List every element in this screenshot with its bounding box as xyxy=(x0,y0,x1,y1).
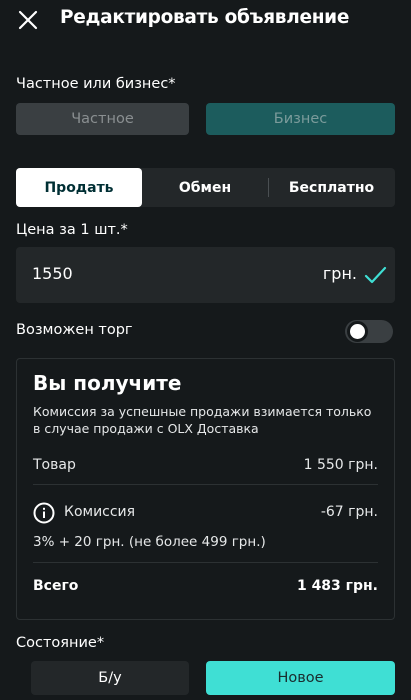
price-value[interactable]: 1550 xyxy=(32,264,73,283)
total-label: Всего xyxy=(33,578,79,594)
summary-title: Вы получите xyxy=(33,371,182,395)
price-label: Цена за 1 шт.* xyxy=(16,222,128,238)
divider xyxy=(33,562,378,563)
check-icon xyxy=(363,264,387,286)
price-input[interactable]: 1550 грн. xyxy=(16,247,395,303)
summary-note: Комиссия за успешные продажи взимается т… xyxy=(33,404,372,436)
item-label: Товар xyxy=(33,457,76,473)
negotiable-toggle[interactable] xyxy=(345,320,393,343)
edit-ad-screen: Редактировать объявление Частное или биз… xyxy=(0,0,411,700)
close-icon[interactable] xyxy=(16,8,40,32)
seller-type-business-button[interactable]: Бизнес xyxy=(206,103,395,135)
divider xyxy=(33,484,378,485)
tab-sell[interactable]: Продать xyxy=(16,168,142,207)
info-icon[interactable] xyxy=(33,502,55,524)
price-currency: грн. xyxy=(322,264,357,283)
commission-note: 3% + 20 грн. (не более 499 грн.) xyxy=(33,534,266,550)
tab-free[interactable]: Бесплатно xyxy=(268,168,395,207)
condition-label: Состояние* xyxy=(16,635,105,651)
toggle-knob xyxy=(347,321,368,342)
condition-used-button[interactable]: Б/у xyxy=(31,661,189,695)
header: Редактировать объявление xyxy=(0,0,411,40)
condition-new-button[interactable]: Новое xyxy=(206,661,395,695)
commission-value: -67 грн. xyxy=(320,504,378,520)
negotiable-label: Возможен торг xyxy=(16,322,133,338)
total-value: 1 483 грн. xyxy=(296,578,378,594)
deal-type-tabs: Продать Обмен Бесплатно xyxy=(16,168,395,207)
seller-type-private-button[interactable]: Частное xyxy=(16,103,189,135)
seller-type-label: Частное или бизнес* xyxy=(16,76,176,92)
item-value: 1 550 грн. xyxy=(303,457,378,473)
earnings-summary-card: Вы получите Комиссия за успешные продажи… xyxy=(16,358,395,620)
page-title: Редактировать объявление xyxy=(60,7,350,28)
tab-exchange[interactable]: Обмен xyxy=(142,168,268,207)
commission-label: Комиссия xyxy=(64,504,136,520)
